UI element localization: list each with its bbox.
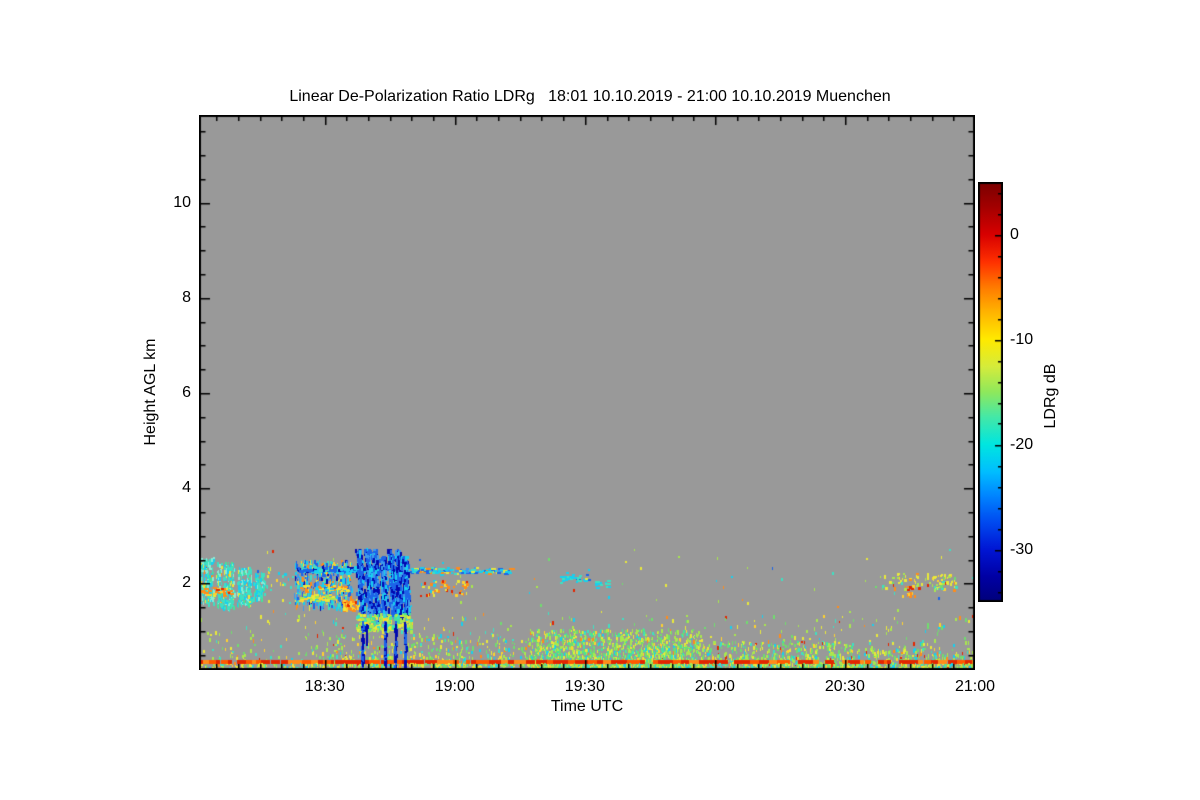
x-axis-title: Time UTC — [550, 698, 624, 715]
colorbar-tick-label: -10 — [1010, 330, 1034, 348]
colorbar-tick-label: -20 — [1010, 435, 1034, 453]
x-tick-label: 18:30 — [304, 678, 345, 695]
x-tick-label: 19:00 — [434, 678, 475, 695]
colorbar-tick-label: 0 — [1010, 225, 1019, 243]
colorbar — [978, 182, 1003, 602]
ldr-time-height-chart: Linear De-Polarization Ratio LDRg 18:01 … — [0, 0, 1200, 800]
plot-canvas — [199, 115, 975, 670]
x-tick-label: 19:30 — [564, 678, 605, 695]
chart-title: Linear De-Polarization Ratio LDRg 18:01 … — [289, 88, 891, 105]
y-tick-label: 8 — [182, 288, 191, 306]
x-tick-label: 20:00 — [694, 678, 735, 695]
colorbar-tick-label: -30 — [1010, 540, 1034, 558]
colorbar-title: LDRg dB — [1042, 363, 1059, 429]
y-tick-label: 10 — [173, 193, 191, 211]
y-tick-label: 6 — [182, 383, 191, 401]
y-tick-label: 4 — [182, 479, 191, 497]
x-tick-label: 21:00 — [954, 678, 996, 695]
x-tick-label: 20:30 — [824, 678, 865, 695]
y-tick-label: 2 — [182, 574, 191, 592]
